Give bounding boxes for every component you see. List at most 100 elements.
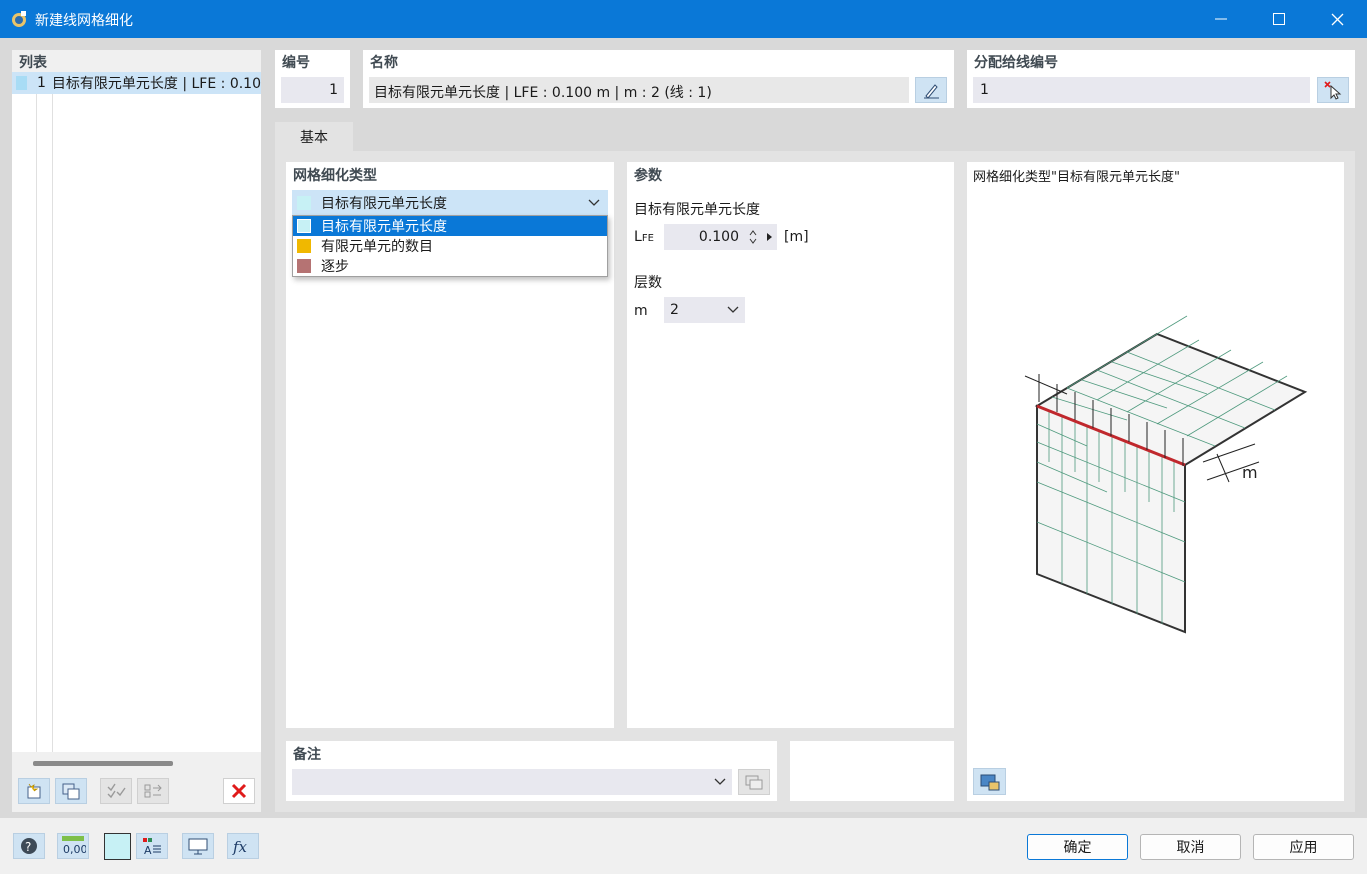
name-field[interactable]: 目标有限元单元长度 | LFE : 0.100 m | m : 2 (线 : 1…	[369, 77, 909, 103]
assign-panel: 分配给线编号 1	[967, 50, 1355, 108]
svg-text:fx: fx	[232, 838, 248, 856]
list-body: 1 目标有限元单元长度 | LFE : 0.10	[12, 72, 261, 752]
preview-panel: 网格细化类型"目标有限元单元长度" m	[967, 162, 1344, 801]
selected-type-label: 目标有限元单元长度	[321, 196, 447, 212]
selected-type-color	[297, 196, 311, 210]
list-item-number: 1	[36, 75, 46, 91]
cancel-button[interactable]: 取消	[1140, 834, 1241, 860]
formula-button[interactable]: fx	[227, 833, 259, 859]
color-picker-button[interactable]	[104, 833, 131, 860]
list-scrollbar[interactable]	[12, 752, 261, 774]
assign-label: 分配给线编号	[974, 55, 1058, 71]
list-item-label: 目标有限元单元长度 | LFE : 0.10	[51, 76, 261, 92]
option-label-gradual: 逐步	[321, 259, 349, 275]
list-item[interactable]: 1 目标有限元单元长度 | LFE : 0.10	[12, 72, 261, 94]
number-label: 编号	[282, 55, 310, 71]
chevron-down-icon	[588, 199, 600, 206]
parameters-header: 参数	[634, 168, 662, 184]
monitor-icon	[188, 838, 208, 855]
copy-icon	[62, 783, 80, 800]
notes-panel: 备注	[286, 741, 777, 801]
option-color-gradual	[297, 259, 311, 273]
list-header: 列表	[19, 55, 47, 71]
close-button[interactable]	[1308, 0, 1366, 38]
copy-item-button[interactable]	[55, 778, 87, 804]
maximize-button[interactable]	[1250, 0, 1308, 38]
notes-label: 备注	[293, 747, 321, 763]
option-color-element-count	[297, 239, 311, 253]
text-display-icon: A	[143, 838, 161, 856]
maximize-icon	[1273, 13, 1285, 25]
notes-library-button[interactable]	[738, 769, 770, 795]
lfe-unit: [m]	[784, 229, 809, 245]
lfe-input[interactable]: 0.100	[664, 224, 777, 250]
option-label-element-count: 有限元单元的数目	[321, 239, 433, 255]
minimize-icon	[1215, 18, 1227, 20]
layers-select[interactable]: 2	[664, 297, 745, 323]
units-button[interactable]: 0,00	[57, 833, 89, 859]
ok-button[interactable]: 确定	[1027, 834, 1128, 860]
expand-right-icon[interactable]	[766, 232, 773, 242]
notes-library-icon	[745, 775, 763, 790]
dropdown-option-element-count[interactable]: 有限元单元的数目	[293, 236, 607, 256]
apply-button[interactable]: 应用	[1253, 834, 1354, 860]
dropdown-option-target-length[interactable]: 目标有限元单元长度	[293, 216, 607, 236]
image-options-icon	[980, 774, 999, 790]
title-bar: 新建线网格细化	[0, 0, 1367, 38]
spinner-arrows-icon[interactable]	[749, 229, 757, 245]
tab-basic[interactable]: 基本	[275, 122, 353, 152]
name-label: 名称	[370, 55, 398, 71]
help-button[interactable]: ?	[13, 833, 45, 859]
display-settings-button[interactable]	[182, 833, 214, 859]
window-title: 新建线网格细化	[35, 13, 133, 29]
dropdown-option-gradual[interactable]: 逐步	[293, 256, 607, 276]
dimension-label: m	[1242, 463, 1258, 482]
new-item-icon	[27, 783, 41, 799]
notes-input[interactable]	[292, 769, 732, 795]
delete-item-button[interactable]	[223, 778, 255, 804]
parameters-panel: 参数 目标有限元单元长度 LFE 0.100 [m] 层数 m 2	[627, 162, 954, 728]
delete-icon	[231, 783, 247, 799]
close-icon	[1331, 13, 1343, 25]
check-list-icon	[107, 783, 126, 799]
preview-options-button[interactable]	[973, 768, 1006, 795]
target-length-label: 目标有限元单元长度	[634, 202, 760, 218]
list-item-color	[16, 76, 27, 90]
layers-label: 层数	[634, 275, 662, 291]
app-icon	[12, 11, 26, 27]
chevron-down-icon[interactable]	[714, 778, 726, 786]
lfe-value: 0.100	[698, 229, 739, 245]
svg-text:?: ?	[25, 840, 31, 854]
notes-extra-panel	[790, 741, 954, 801]
decimal-units-icon: 0,00	[62, 836, 86, 856]
list-panel: 列表 1 目标有限元单元长度 | LFE : 0.10	[12, 50, 261, 812]
option-label-target-length: 目标有限元单元长度	[321, 219, 447, 235]
renumber-items-button[interactable]	[137, 778, 169, 804]
refinement-type-dropdown: 目标有限元单元长度 有限元单元的数目 逐步	[292, 215, 608, 277]
number-panel: 编号 1	[275, 50, 350, 108]
check-items-button[interactable]	[100, 778, 132, 804]
chevron-down-icon	[727, 306, 739, 313]
layers-value: 2	[670, 302, 679, 318]
mesh-refinement-illustration: m	[1024, 315, 1308, 634]
refinement-header: 网格细化类型	[293, 168, 377, 184]
name-panel: 名称 目标有限元单元长度 | LFE : 0.100 m | m : 2 (线 …	[363, 50, 954, 108]
refinement-type-select[interactable]: 目标有限元单元长度	[292, 190, 608, 216]
m-symbol: m	[634, 303, 648, 319]
scrollbar-thumb[interactable]	[33, 761, 173, 766]
number-field[interactable]: 1	[281, 77, 344, 103]
option-color-target-length	[297, 219, 311, 233]
tab-basic-label: 基本	[300, 130, 328, 146]
edit-pencil-icon	[924, 84, 939, 99]
assign-field[interactable]: 1	[973, 77, 1310, 103]
pick-cursor-icon	[1324, 81, 1342, 100]
minimize-button[interactable]	[1192, 0, 1250, 38]
pick-lines-button[interactable]	[1317, 77, 1349, 103]
text-display-button[interactable]: A	[136, 833, 168, 859]
lfe-symbol: LFE	[634, 229, 654, 245]
svg-text:A: A	[144, 844, 152, 856]
new-item-button[interactable]	[18, 778, 50, 804]
help-icon: ?	[21, 838, 37, 854]
edit-name-button[interactable]	[915, 77, 947, 103]
renumber-icon	[144, 784, 162, 798]
